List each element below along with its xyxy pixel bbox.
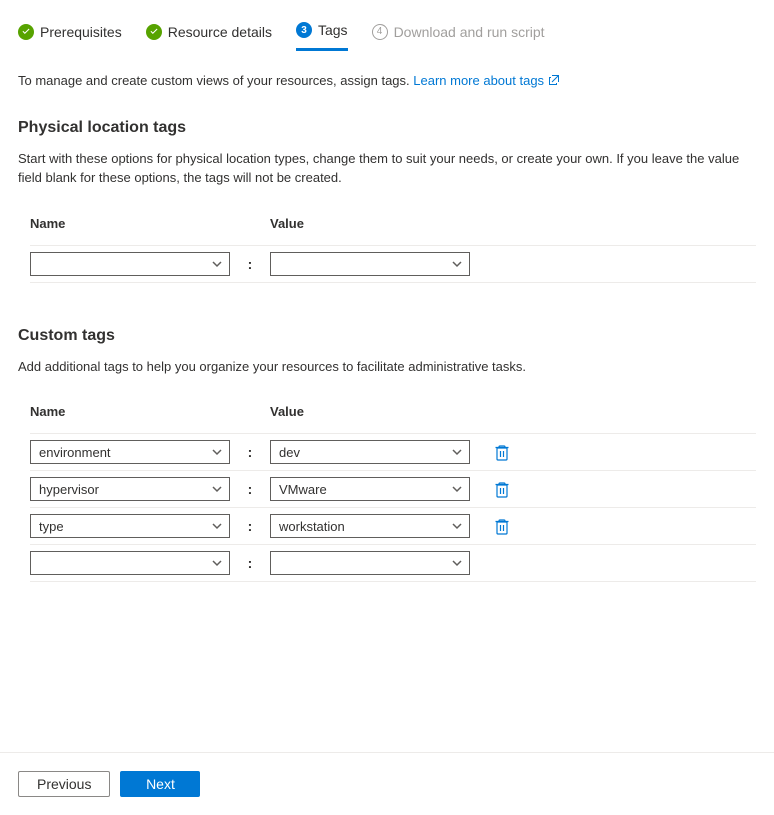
separator: : [230, 444, 270, 460]
chevron-down-icon [451, 258, 463, 270]
physical-tag-name-combobox[interactable] [30, 252, 230, 276]
learn-more-link[interactable]: Learn more about tags [413, 73, 559, 88]
custom-tags-heading: Custom tags [18, 327, 756, 345]
separator: : [230, 555, 270, 571]
step-resource-details[interactable]: Resource details [146, 20, 272, 50]
chevron-down-icon [451, 446, 463, 458]
step-tags[interactable]: 3 Tags [296, 18, 348, 51]
combobox-value: dev [279, 445, 300, 460]
physical-location-help: Start with these options for physical lo… [18, 149, 756, 188]
chevron-down-icon [211, 446, 223, 458]
custom-tag-name-combobox[interactable]: hypervisor [30, 477, 230, 501]
column-value-header: Value [270, 216, 304, 231]
step-prerequisites[interactable]: Prerequisites [18, 20, 122, 50]
chevron-down-icon [211, 483, 223, 495]
combobox-value: type [39, 519, 64, 534]
custom-tag-name-combobox[interactable]: type [30, 514, 230, 538]
external-link-icon [548, 72, 560, 84]
combobox-value: workstation [279, 519, 345, 534]
column-name-header: Name [30, 216, 270, 231]
custom-tag-value-combobox[interactable]: dev [270, 440, 470, 464]
check-icon [146, 24, 162, 40]
wizard-steps: Prerequisites Resource details 3 Tags 4 … [18, 18, 756, 51]
chevron-down-icon [211, 520, 223, 532]
custom-tag-value-combobox[interactable]: workstation [270, 514, 470, 538]
physical-tag-value-combobox[interactable] [270, 252, 470, 276]
custom-tag-value-combobox[interactable] [270, 551, 470, 575]
column-value-header: Value [270, 404, 304, 419]
step-label: Prerequisites [40, 24, 122, 40]
check-icon [18, 24, 34, 40]
step-number-icon: 3 [296, 22, 312, 38]
wizard-footer: Previous Next [0, 752, 774, 815]
physical-tags-block: Name Value : [30, 216, 756, 283]
physical-location-heading: Physical location tags [18, 119, 756, 137]
delete-tag-button[interactable] [494, 443, 510, 461]
chevron-down-icon [211, 258, 223, 270]
combobox-value: environment [39, 445, 111, 460]
link-text: Learn more about tags [413, 73, 544, 88]
chevron-down-icon [451, 520, 463, 532]
separator: : [230, 481, 270, 497]
step-label: Download and run script [394, 24, 545, 40]
custom-tags-block: Name Value environment: dev hypervisor: VMw… [30, 404, 756, 582]
combobox-value: VMware [279, 482, 327, 497]
delete-tag-button[interactable] [494, 480, 510, 498]
custom-tags-help: Add additional tags to help you organize… [18, 357, 756, 377]
custom-tag-value-combobox[interactable]: VMware [270, 477, 470, 501]
chevron-down-icon [211, 557, 223, 569]
chevron-down-icon [451, 557, 463, 569]
chevron-down-icon [451, 483, 463, 495]
tag-row: environment: dev [30, 433, 756, 470]
custom-tags-header: Name Value [30, 404, 756, 419]
step-label: Resource details [168, 24, 272, 40]
step-download-run-script[interactable]: 4 Download and run script [372, 20, 545, 50]
step-number-icon: 4 [372, 24, 388, 40]
intro-text-body: To manage and create custom views of you… [18, 73, 413, 88]
separator: : [230, 518, 270, 534]
custom-tag-name-combobox[interactable]: environment [30, 440, 230, 464]
column-name-header: Name [30, 404, 270, 419]
tag-row: type: workstation [30, 507, 756, 544]
physical-tags-header: Name Value [30, 216, 756, 231]
custom-tag-name-combobox[interactable] [30, 551, 230, 575]
tag-row: : [30, 544, 756, 582]
previous-button[interactable]: Previous [18, 771, 110, 797]
step-label: Tags [318, 22, 348, 38]
tag-row: hypervisor: VMware [30, 470, 756, 507]
delete-tag-button[interactable] [494, 517, 510, 535]
combobox-value: hypervisor [39, 482, 99, 497]
next-button[interactable]: Next [120, 771, 200, 797]
tag-row: : [30, 245, 756, 283]
separator: : [230, 256, 270, 272]
intro-text: To manage and create custom views of you… [18, 71, 756, 91]
